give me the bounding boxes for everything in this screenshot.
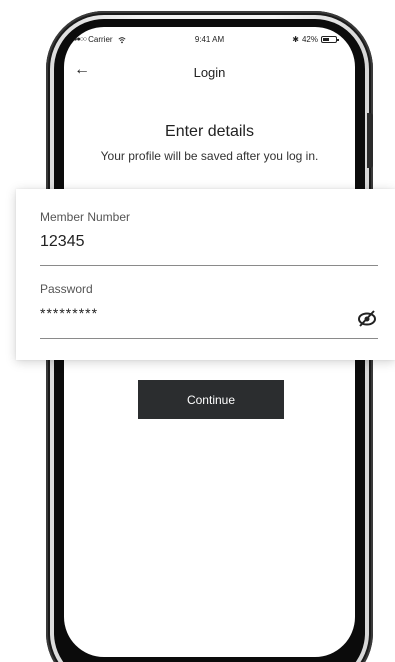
status-right: ✱ 42% [292, 35, 339, 44]
battery-percent: 42% [301, 35, 318, 44]
member-number-input[interactable]: 12345 [40, 233, 85, 251]
bluetooth-icon: ✱ [292, 35, 299, 44]
stage: ●●●○○ Carrier 9:41 AM ✱ 42% ← Login Ente… [0, 0, 395, 662]
continue-button[interactable]: Continue [138, 380, 284, 419]
member-number-label: Member Number [40, 210, 131, 224]
password-underline [40, 338, 378, 339]
eye-slash-icon[interactable] [356, 308, 378, 328]
details-subheading: Your profile will be saved after you log… [100, 149, 319, 163]
phone-side-button [367, 113, 373, 168]
login-form-card: Member Number 12345 Password ********* [16, 189, 395, 360]
password-label: Password [40, 282, 93, 296]
password-input[interactable]: ********* [40, 305, 98, 321]
status-bar: ●●●○○ Carrier 9:41 AM ✱ 42% [64, 35, 355, 47]
page-title: Login [193, 65, 226, 80]
details-heading: Enter details [165, 123, 254, 140]
battery-icon [321, 36, 339, 43]
member-number-underline [40, 265, 378, 266]
